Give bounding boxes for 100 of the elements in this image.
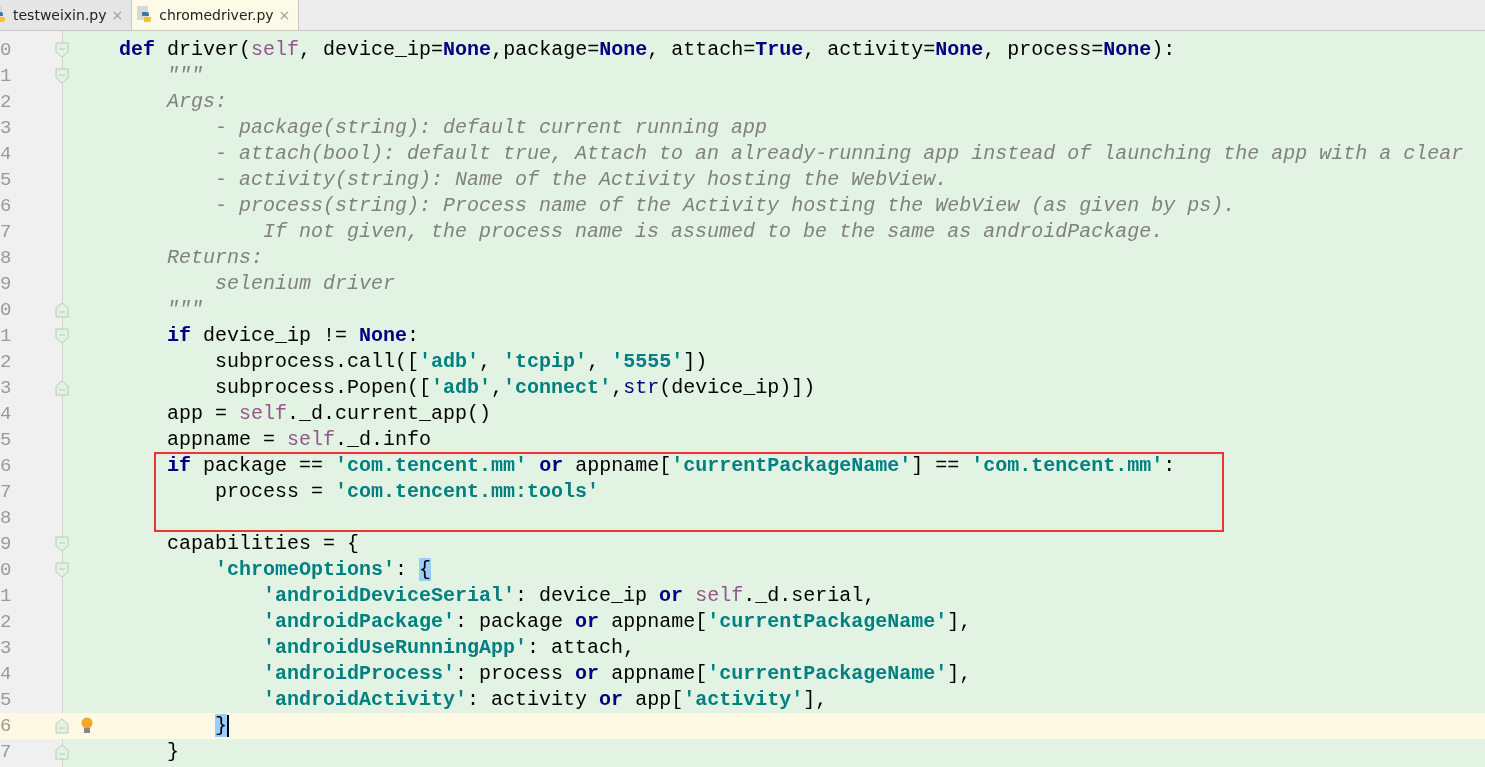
string-literal: 'adb'	[419, 350, 480, 373]
string-literal: 'androidActivity'	[263, 688, 468, 711]
code-text: , activity=	[803, 38, 936, 61]
code-text: ,	[611, 376, 624, 399]
string-literal: 'androidPackage'	[263, 610, 456, 633]
keyword: if	[167, 454, 192, 477]
keyword: None	[359, 324, 408, 347]
builtin-name: str	[623, 376, 660, 399]
code-text: ._d.current_app()	[287, 402, 492, 425]
lightbulb-icon[interactable]	[80, 717, 94, 735]
line-number: 0	[0, 298, 13, 323]
keyword: None	[599, 38, 648, 61]
line-number: 3	[0, 116, 13, 141]
string-literal: 'activity'	[683, 688, 804, 711]
self-keyword: self	[239, 402, 288, 425]
code-text: (device_ip)])	[659, 376, 816, 399]
code-text: : activity	[467, 688, 589, 711]
tab-label: testweixin.py	[13, 7, 107, 23]
string-literal: 'currentPackageName'	[707, 662, 948, 685]
code-text: , process=	[983, 38, 1104, 61]
code-text: app[	[635, 688, 684, 711]
code-text: :	[407, 324, 420, 347]
code-text: ,package=	[491, 38, 600, 61]
line-number: 9	[0, 532, 13, 557]
fold-marker-icon[interactable]	[55, 328, 69, 344]
code-text: package ==	[203, 454, 325, 477]
fold-marker-icon[interactable]	[55, 380, 69, 396]
fold-marker-icon[interactable]	[55, 302, 69, 318]
code-text: app =	[167, 402, 229, 425]
matched-brace: {	[419, 558, 432, 581]
code-text: appname =	[167, 428, 277, 451]
line-number: 4	[0, 142, 13, 167]
line-number: 1	[0, 324, 13, 349]
docstring-text: """	[167, 298, 204, 321]
code-text: subprocess.call([	[215, 350, 420, 373]
text-caret	[227, 714, 230, 737]
keyword: or	[539, 454, 564, 477]
docstring-text: - process(string): Process name of the Activity hosting the WebView (as given by ps).	[215, 194, 1236, 217]
line-number: 2	[0, 350, 13, 375]
code-text: capabilities = {	[167, 532, 360, 555]
file-tab[interactable]: chromedriver.py ×	[132, 0, 300, 30]
string-literal: 'androidUseRunningApp'	[263, 636, 528, 659]
docstring-text: selenium driver	[215, 272, 396, 295]
line-number: 5	[0, 428, 13, 453]
fold-marker-icon[interactable]	[55, 562, 69, 578]
line-number: 4	[0, 402, 13, 427]
string-literal: 'adb'	[431, 376, 492, 399]
code-text: ,	[491, 376, 504, 399]
line-number: 6	[0, 714, 13, 739]
string-literal: 'androidProcess'	[263, 662, 456, 685]
line-number: 0	[0, 38, 13, 63]
keyword: None	[443, 38, 492, 61]
string-literal: 'com.tencent.mm:tools'	[335, 480, 600, 503]
code-text: subprocess.Popen([	[215, 376, 432, 399]
line-number: 8	[0, 506, 13, 531]
self-keyword: self	[695, 584, 744, 607]
fold-marker-icon[interactable]	[55, 744, 69, 760]
fold-marker-icon[interactable]	[55, 42, 69, 58]
code-text: ])	[683, 350, 708, 373]
string-literal: 'androidDeviceSerial'	[263, 584, 516, 607]
keyword: or	[575, 662, 600, 685]
line-number: 3	[0, 376, 13, 401]
keyword: True	[755, 38, 804, 61]
fold-marker-icon[interactable]	[55, 718, 69, 734]
line-number: 0	[0, 558, 13, 583]
line-number: 2	[0, 610, 13, 635]
line-number: 1	[0, 584, 13, 609]
string-literal: 'currentPackageName'	[707, 610, 948, 633]
keyword: or	[575, 610, 600, 633]
line-number: 5	[0, 168, 13, 193]
fold-marker-icon[interactable]	[55, 536, 69, 552]
code-text: driver(	[167, 38, 252, 61]
string-literal: 'com.tencent.mm'	[335, 454, 528, 477]
code-text: : device_ip	[515, 584, 649, 607]
code-text: ._d.serial,	[743, 584, 876, 607]
line-number: 8	[0, 246, 13, 271]
code-text: ._d.info	[335, 428, 432, 451]
keyword: or	[659, 584, 684, 607]
code-text: appname[	[575, 454, 672, 477]
docstring-text: - activity(string): Name of the Activity hosting the WebView.	[215, 168, 948, 191]
code-text: : attach,	[527, 636, 636, 659]
matched-brace: }	[215, 714, 228, 737]
file-tab[interactable]: testweixin.py ×	[0, 0, 133, 30]
docstring-text: - package(string): default current running app	[215, 116, 768, 139]
code-text: :	[395, 558, 409, 581]
line-number: 6	[0, 454, 13, 479]
code-text: :	[1163, 454, 1176, 477]
code-text: ],	[947, 662, 972, 685]
string-literal: '5555'	[611, 350, 684, 373]
string-literal: 'com.tencent.mm'	[971, 454, 1164, 477]
fold-marker-icon[interactable]	[55, 68, 69, 84]
code-text: , attach=	[647, 38, 756, 61]
line-number: 5	[0, 688, 13, 713]
line-number: 6	[0, 194, 13, 219]
line-number: 7	[0, 220, 13, 245]
code-text: ):	[1151, 38, 1176, 61]
keyword: or	[599, 688, 624, 711]
code-text: : process	[455, 662, 565, 685]
docstring-text: - attach(bool): default true, Attach to an already-running app instead of launching the app with a clear	[215, 142, 1464, 165]
code-text: : package	[455, 610, 565, 633]
